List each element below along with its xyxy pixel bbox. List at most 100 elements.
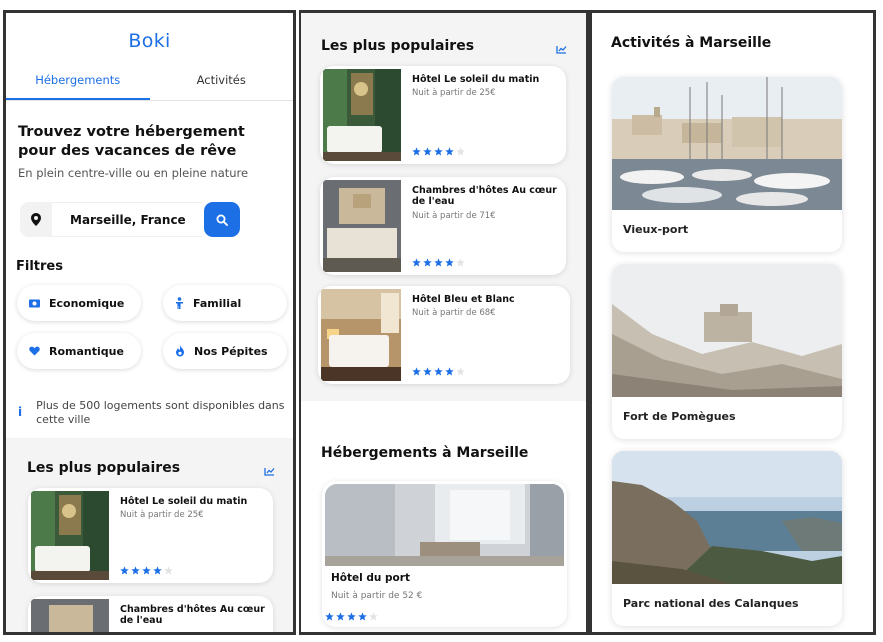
- hotel-price: Nuit à partir de 52 €: [331, 591, 423, 601]
- hotel-room-photo-beige: [323, 180, 401, 272]
- star-filled-icon: [412, 258, 421, 267]
- star-filled-icon: [434, 258, 443, 267]
- activity-label: Vieux-port: [623, 223, 689, 236]
- filter-label: Nos Pépites: [194, 344, 268, 358]
- hotel-name: Hôtel Le soleil du matin: [412, 74, 540, 85]
- star-filled-icon: [142, 566, 151, 575]
- availability-info: i Plus de 500 logements sont disponibles…: [18, 399, 285, 427]
- trending-chart-icon[interactable]: [264, 467, 275, 476]
- booki-logo[interactable]: Boki: [6, 30, 293, 56]
- popular-card[interactable]: Chambres d'hôtes Au cœur de l'eau: [28, 596, 273, 632]
- popular-card[interactable]: Chambres d'hôtes Au cœur de l'eau Nuit à…: [320, 177, 566, 275]
- logo-text-left: Bo: [128, 30, 154, 52]
- popular-card[interactable]: Hôtel Le soleil du matin Nuit à partir d…: [320, 66, 566, 164]
- hotel-name: Chambres d'hôtes Au cœur de l'eau: [412, 185, 557, 207]
- popular-title: Les plus populaires: [321, 38, 475, 54]
- hotel-room-photo-green: [323, 69, 401, 161]
- popular-card[interactable]: Hôtel Le soleil du matin Nuit à partir d…: [28, 488, 273, 583]
- tab-hebergements[interactable]: Hébergements: [6, 71, 150, 100]
- fire-icon: [176, 345, 184, 357]
- rating-stars: [412, 258, 467, 267]
- search-button[interactable]: [204, 202, 240, 237]
- calanques-photo: [612, 451, 842, 584]
- tab-activites[interactable]: Activités: [150, 71, 294, 100]
- hero-title: Trouvez votre hébergement pour des vacan…: [18, 124, 245, 159]
- rating-stars: [120, 566, 175, 575]
- hotel-name: Hôtel du port: [331, 572, 410, 584]
- search-bar: Marseille, France: [20, 202, 293, 237]
- rating-stars: [325, 612, 380, 621]
- hotel-room-photo-beige: [31, 599, 109, 632]
- mobile-screen-home: Boki Hébergements Activités Trouvez votr…: [3, 10, 296, 635]
- star-filled-icon: [445, 147, 454, 156]
- filter-label: Familial: [193, 296, 242, 310]
- activity-card[interactable]: Parc national des Calanques: [612, 451, 842, 626]
- search-input[interactable]: Marseille, France: [52, 202, 202, 237]
- star-filled-icon: [434, 147, 443, 156]
- star-filled-icon: [434, 367, 443, 376]
- activities-title: Activités à Marseille: [611, 35, 772, 51]
- hero-subtitle: En plein centre-ville ou en pleine natur…: [18, 166, 249, 180]
- star-filled-icon: [153, 566, 162, 575]
- mobile-screen-activities: Activités à Marseille Vieux-port Fort de…: [589, 10, 876, 635]
- fort-pomegues-photo: [612, 264, 842, 397]
- filter-label: Economique: [49, 296, 125, 310]
- tab-bar: Hébergements Activités: [6, 71, 293, 101]
- popular-header: Les plus populaires: [321, 38, 567, 54]
- logo-text-right: ki: [153, 30, 171, 52]
- rating-stars: [412, 367, 467, 376]
- lodging-card[interactable]: Hôtel du port Nuit à partir de 52 €: [322, 481, 567, 627]
- star-filled-icon: [412, 147, 421, 156]
- filter-economique-button[interactable]: Economique: [17, 285, 141, 321]
- filter-romantique-button[interactable]: Romantique: [17, 333, 141, 369]
- popular-section: Les plus populaires Hôtel Le soleil du m…: [301, 13, 586, 401]
- star-empty-icon: [456, 258, 465, 267]
- hotel-room-photo-bright: [325, 484, 564, 566]
- activity-card[interactable]: Vieux-port: [612, 77, 842, 252]
- star-filled-icon: [423, 147, 432, 156]
- popular-header: Les plus populaires: [27, 460, 275, 476]
- filter-label: Romantique: [49, 344, 124, 358]
- search-icon: [216, 214, 228, 226]
- lodgings-title: Hébergements à Marseille: [321, 445, 529, 461]
- info-icon: i: [18, 405, 23, 419]
- filter-grid: Economique Familial Romantique Nos Pépit…: [17, 285, 293, 369]
- hotel-room-photo-green: [31, 491, 109, 580]
- star-filled-icon: [131, 566, 140, 575]
- star-filled-icon: [347, 612, 356, 621]
- availability-text: Plus de 500 logements sont disponibles d…: [36, 399, 285, 426]
- star-filled-icon: [120, 566, 129, 575]
- hotel-name: Hôtel Le soleil du matin: [120, 496, 248, 507]
- activity-label: Fort de Pomègues: [623, 410, 736, 423]
- hotel-name: Chambres d'hôtes Au cœur de l'eau: [120, 604, 265, 626]
- hotel-price: Nuit à partir de 25€: [412, 88, 496, 98]
- lodgings-header: Hébergements à Marseille: [321, 445, 528, 461]
- mobile-screen-scrolled: Les plus populaires Hôtel Le soleil du m…: [299, 10, 589, 635]
- hotel-name: Hôtel Bleu et Blanc: [412, 294, 515, 305]
- star-filled-icon: [325, 612, 334, 621]
- heart-icon: [29, 346, 40, 356]
- rating-stars: [412, 147, 467, 156]
- popular-card[interactable]: Hôtel Bleu et Blanc Nuit à partir de 68€: [318, 286, 570, 384]
- child-icon: [176, 297, 183, 309]
- star-filled-icon: [358, 612, 367, 621]
- hotel-price: Nuit à partir de 71€: [412, 211, 496, 221]
- activity-label: Parc national des Calanques: [623, 597, 799, 610]
- star-filled-icon: [423, 367, 432, 376]
- hotel-room-photo-warm: [321, 289, 401, 381]
- star-empty-icon: [456, 147, 465, 156]
- star-filled-icon: [423, 258, 432, 267]
- trending-chart-icon[interactable]: [556, 45, 567, 54]
- location-pin-icon: [20, 202, 52, 237]
- popular-title: Les plus populaires: [27, 460, 181, 476]
- star-filled-icon: [445, 258, 454, 267]
- filters-title: Filtres: [16, 259, 63, 274]
- activity-card[interactable]: Fort de Pomègues: [612, 264, 842, 439]
- star-empty-icon: [164, 566, 173, 575]
- vieux-port-photo: [612, 77, 842, 210]
- filter-pepites-button[interactable]: Nos Pépites: [163, 333, 287, 369]
- popular-section: Les plus populaires Hôtel Le soleil du m…: [6, 438, 293, 632]
- star-filled-icon: [445, 367, 454, 376]
- hotel-price: Nuit à partir de 25€: [120, 510, 204, 520]
- filter-familial-button[interactable]: Familial: [163, 285, 287, 321]
